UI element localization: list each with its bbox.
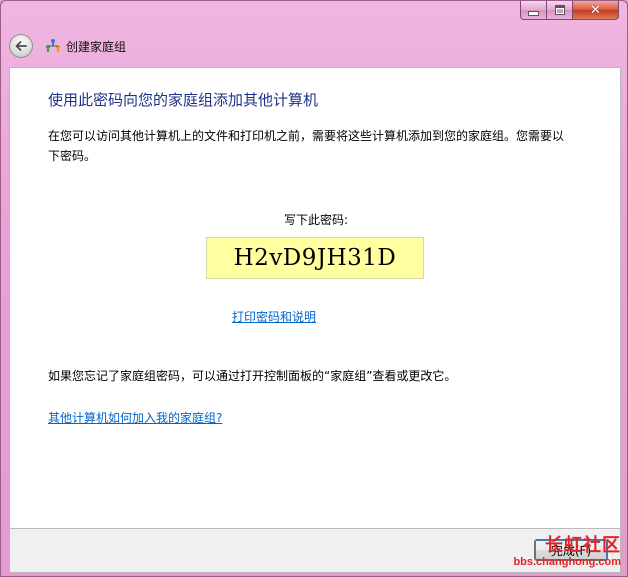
homegroup-icon — [46, 39, 60, 52]
window-frame: ✕ 创建家庭组 使用此密码向您的家庭组添加其他计算机 在您可以访问其他计算机上的… — [0, 0, 628, 577]
watermark-title: 长虹社区 — [545, 535, 621, 556]
password-label: 写下此密码: — [283, 213, 349, 227]
close-button[interactable]: ✕ — [573, 1, 619, 20]
how-to-join-link[interactable]: 其他计算机如何加入我的家庭组? — [48, 409, 222, 426]
description-text: 在您可以访问其他计算机上的文件和打印机之前，需要将这些计算机添加到您的家庭组。您… — [48, 129, 565, 163]
page-heading: 使用此密码向您的家庭组添加其他计算机 — [48, 91, 319, 109]
print-password-link[interactable]: 打印密码和说明 — [232, 308, 316, 325]
site-watermark: 长虹社区 bbs.changhong.com — [513, 535, 621, 569]
watermark-url: bbs.changhong.com — [513, 556, 621, 568]
maximize-icon — [554, 5, 565, 15]
back-button[interactable] — [9, 34, 33, 58]
close-icon: ✕ — [590, 2, 601, 18]
forgot-password-text: 如果您忘记了家庭组密码，可以通过打开控制面板的“家庭组”查看或更改它。 — [48, 369, 457, 383]
caption-buttons: ✕ — [520, 1, 619, 21]
back-arrow-icon — [15, 41, 27, 51]
content-panel: 使用此密码向您的家庭组添加其他计算机 在您可以访问其他计算机上的文件和打印机之前… — [9, 67, 621, 529]
minimize-button[interactable] — [520, 1, 547, 20]
maximize-button[interactable] — [547, 1, 573, 20]
wizard-header: 创建家庭组 — [9, 31, 126, 61]
password-display: H2vD9JH31D — [206, 237, 424, 279]
minimize-icon — [528, 11, 539, 16]
wizard-title: 创建家庭组 — [66, 39, 127, 54]
